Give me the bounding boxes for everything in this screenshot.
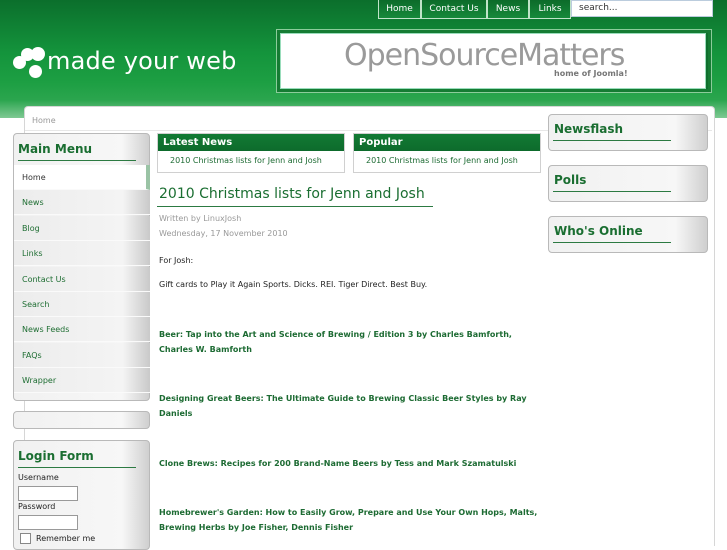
divider [18, 160, 136, 161]
menu-item-wrapper[interactable]: Wrapper [14, 368, 150, 393]
divider [553, 191, 671, 192]
whos-online-title: Who's Online [554, 224, 643, 238]
article-gift-cards: Gift cards to Play it Again Sports. Dick… [159, 280, 428, 289]
newsflash-title: Newsflash [554, 122, 624, 136]
nav-home[interactable]: Home [378, 0, 421, 19]
menu-item-home[interactable]: Home [14, 165, 150, 190]
password-field[interactable] [18, 515, 78, 530]
popular-link[interactable]: 2010 Christmas lists for Jenn and Josh [366, 156, 518, 165]
popular-module: Popular 2010 Christmas lists for Jenn an… [353, 133, 541, 173]
username-field[interactable] [18, 486, 78, 501]
article-author: Written by LinuxJosh [159, 214, 242, 223]
divider [18, 467, 136, 468]
latest-news-title: Latest News [158, 134, 344, 151]
username-label: Username [18, 473, 59, 482]
search-input[interactable] [571, 0, 713, 17]
book-link[interactable]: Homebrewer's Garden: How to Easily Grow,… [159, 505, 539, 535]
popular-title: Popular [354, 134, 540, 151]
banner-subtitle: home of Joomla! [554, 69, 628, 78]
menu-item-news[interactable]: News [14, 190, 150, 215]
book-link[interactable]: Beer: Tap into the Art and Science of Br… [159, 327, 539, 357]
remember-me-checkbox[interactable] [20, 533, 31, 544]
remember-me-label: Remember me [36, 534, 96, 543]
divider [157, 206, 433, 207]
site-logo-text: made your web [47, 47, 237, 75]
menu-item-news-feeds[interactable]: News Feeds [14, 317, 150, 342]
book-link[interactable]: Clone Brews: Recipes for 200 Brand-Name … [159, 456, 539, 471]
menu-item-links[interactable]: Links [14, 241, 150, 266]
banner-title: OpenSourceMatters [344, 38, 625, 73]
menu-item-blog[interactable]: Blog [14, 216, 150, 241]
latest-news-module: Latest News 2010 Christmas lists for Jen… [157, 133, 345, 173]
divider [553, 140, 671, 141]
article-intro: For Josh: [159, 256, 194, 265]
menu-item-faqs[interactable]: FAQs [14, 343, 150, 368]
login-title: Login Form [18, 449, 94, 463]
menu-item-contact-us[interactable]: Contact Us [14, 267, 150, 292]
menu-item-search[interactable]: Search [14, 292, 150, 317]
empty-module [13, 411, 150, 429]
article-date: Wednesday, 17 November 2010 [159, 229, 288, 238]
banner: OpenSourceMatters home of Joomla! [276, 29, 712, 93]
latest-news-link[interactable]: 2010 Christmas lists for Jenn and Josh [170, 156, 322, 165]
polls-title: Polls [554, 173, 587, 187]
nav-contact-us[interactable]: Contact Us [421, 0, 487, 19]
breadcrumb[interactable]: Home [32, 116, 56, 125]
password-label: Password [18, 502, 56, 511]
nav-links[interactable]: Links [529, 0, 571, 19]
article-title[interactable]: 2010 Christmas lists for Jenn and Josh [159, 186, 425, 202]
main-menu-title: Main Menu [18, 142, 93, 156]
book-link[interactable]: Designing Great Beers: The Ultimate Guid… [159, 391, 539, 421]
divider [553, 242, 671, 243]
nav-news[interactable]: News [487, 0, 529, 19]
